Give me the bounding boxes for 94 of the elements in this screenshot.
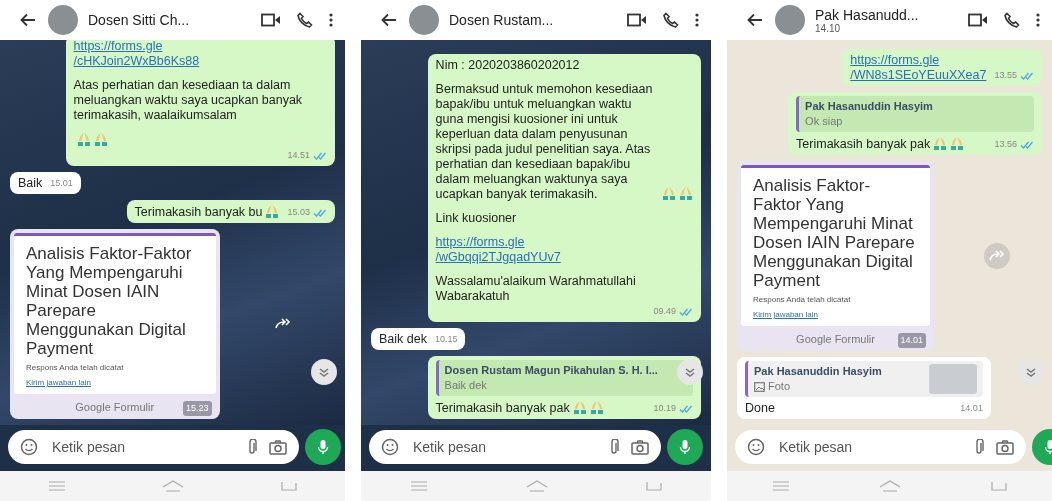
microphone-icon <box>317 439 329 455</box>
message-time: 10.19 <box>653 402 676 415</box>
camera-icon[interactable] <box>996 439 1014 455</box>
video-call-icon[interactable] <box>968 13 988 27</box>
microphone-icon <box>679 439 691 455</box>
contact-name[interactable]: Dosen Sitti Ch... <box>88 12 245 28</box>
avatar[interactable] <box>775 5 805 35</box>
praying-hands-icon <box>950 136 965 151</box>
message-link[interactable]: https://forms.gle /cHKJoin2WxBb6Ks88 <box>73 40 200 69</box>
message-text: Terimakasih banyak bu <box>134 205 263 220</box>
video-call-icon[interactable] <box>627 13 647 27</box>
message-text: Wassalamu'alaikum Warahmatullahi Wabarakatuh <box>435 274 637 304</box>
praying-hands-icon <box>589 400 604 415</box>
read-ticks-icon <box>1020 71 1034 80</box>
quoted-text: Baik dek <box>444 378 487 393</box>
form-link[interactable]: Kirim jawaban lain <box>753 310 919 320</box>
praying-hands-icon <box>679 186 693 201</box>
message-time: 13.55 <box>994 69 1017 82</box>
message-time: 10.15 <box>434 333 458 346</box>
scroll-down-icon[interactable] <box>677 359 703 385</box>
message-link[interactable]: https://forms.gle /WN8s1SEoYEuuXXea7 <box>850 53 987 83</box>
message-text: Atas perhatian dan kesediaan ta dalam meluangkan waktu saya ucapkan banyak terimakasih, waalaikumsalam <box>73 78 304 123</box>
microphone-button[interactable] <box>667 429 703 465</box>
attach-icon[interactable] <box>247 439 257 455</box>
read-ticks-icon <box>679 307 693 316</box>
camera-icon[interactable] <box>631 439 649 455</box>
contact-name[interactable]: Dosen Rustam... <box>449 12 611 28</box>
message-input-field[interactable]: Ketik pesan <box>369 430 661 464</box>
back-arrow-icon[interactable] <box>747 13 763 27</box>
praying-hands-icon <box>265 204 280 219</box>
praying-hands-icon <box>933 136 948 151</box>
message-time: 13.56 <box>994 138 1017 151</box>
message-text: Terimakasih banyak pak <box>796 137 931 152</box>
photo-icon <box>754 381 765 392</box>
message-input-field[interactable]: Ketik pesan <box>735 430 1026 464</box>
camera-icon[interactable] <box>269 439 287 455</box>
video-call-icon[interactable] <box>261 13 281 27</box>
form-preview-bubble[interactable]: Analisis Faktor-Faktor Yang Mempengaruhi Minat Dosen IAIN Parepare Menggunakan Digital Payment Respons Anda telah dicatat Kirim jawaban lain Google Formulir 15.23 <box>10 229 220 419</box>
message-time: 09.49 <box>653 305 676 318</box>
microphone-button[interactable] <box>305 429 341 465</box>
message-text: Baik dek <box>379 332 427 347</box>
last-seen-time: 14.10 <box>815 22 842 34</box>
more-options-icon[interactable] <box>329 13 333 27</box>
message-text: Bermaksud untuk memohon kesediaan bapak/ibu untuk meluangkan waktu guna mengisi kuosioner ini untuk keperluan data dalam penyusunan skripsi pada judul penelitian saya. Atas perhatian dan kesediaan bapak/ibu dalam meluangkan waktunya saya ucapkan banyak terimakasih. <box>435 82 654 202</box>
praying-hands-icon <box>662 186 676 201</box>
attach-icon[interactable] <box>609 439 619 455</box>
read-ticks-icon <box>313 151 327 160</box>
message-text: Nim : 2020203860202012 <box>435 58 580 73</box>
emoji-icon[interactable] <box>20 438 38 456</box>
praying-hands-icon <box>572 400 587 415</box>
quoted-sender: Dosen Rustam Magun Pikahulan S. H. I... <box>444 363 659 378</box>
phone-icon[interactable] <box>297 12 313 28</box>
message-time: 15.01 <box>50 177 73 190</box>
read-ticks-icon <box>679 404 693 413</box>
message-time: 14.01 <box>960 402 983 415</box>
form-link[interactable]: Kirim jawaban lain <box>26 378 204 388</box>
emoji-icon[interactable] <box>747 438 765 456</box>
message-link[interactable]: https://forms.gle /wGbqqi2TJgqadYUv7 <box>435 235 561 265</box>
message-text: Link kuosioner <box>435 211 517 226</box>
message-input-field[interactable]: Ketik pesan <box>8 430 299 464</box>
message-text: Terimakasih banyak pak <box>435 401 570 416</box>
form-response-note: Respons Anda telah dicatat <box>753 295 852 305</box>
form-title: Analisis Faktor-Faktor Yang Mempengaruhi Minat Dosen IAIN Parepare Menggunakan Digital Payment <box>753 176 916 290</box>
form-preview-bubble[interactable]: Analisis Faktor-Faktor Yang Mempengaruhi Minat Dosen IAIN Parepare Menggunakan Digital Payment Respons Anda telah dicatat Kirim jawaban lain Google Formulir 14.01 <box>737 161 935 351</box>
read-ticks-icon <box>1020 140 1034 149</box>
scroll-down-icon[interactable] <box>311 359 337 385</box>
message-text: Baik <box>18 176 43 191</box>
avatar[interactable] <box>48 5 78 35</box>
avatar[interactable] <box>409 5 439 35</box>
message-text: Done <box>745 401 775 416</box>
form-footer: Google Formulir <box>796 332 875 347</box>
message-time: 14.51 <box>287 149 310 162</box>
quoted-text: Foto <box>768 379 790 394</box>
back-arrow-icon[interactable] <box>381 13 397 27</box>
form-response-note: Respons Anda telah dicatat <box>26 363 125 373</box>
more-options-icon[interactable] <box>695 13 699 27</box>
phone-icon[interactable] <box>1004 12 1020 28</box>
emoji-icon[interactable] <box>381 438 399 456</box>
attach-icon[interactable] <box>974 439 984 455</box>
praying-hands-icon <box>76 132 91 147</box>
form-title: Analisis Faktor-Faktor Yang Mempengaruhi Minat Dosen IAIN Parepare Menggunakan Digital Payment <box>26 244 193 358</box>
message-time: 15.23 <box>182 401 212 416</box>
quoted-text: Ok siap <box>805 114 843 129</box>
more-options-icon[interactable] <box>1036 13 1040 27</box>
praying-hands-icon <box>93 132 108 147</box>
read-ticks-icon <box>313 208 327 217</box>
quoted-sender: Pak Hasanuddin Hasyim <box>805 99 934 114</box>
message-time: 15.03 <box>287 206 310 219</box>
quoted-sender: Pak Hasanuddin Hasyim <box>754 364 883 379</box>
phone-icon[interactable] <box>663 12 679 28</box>
contact-name[interactable]: Pak Hasanudd... <box>815 6 952 23</box>
form-footer: Google Formulir <box>75 400 155 415</box>
back-arrow-icon[interactable] <box>20 13 36 27</box>
message-time: 14.01 <box>897 333 927 348</box>
